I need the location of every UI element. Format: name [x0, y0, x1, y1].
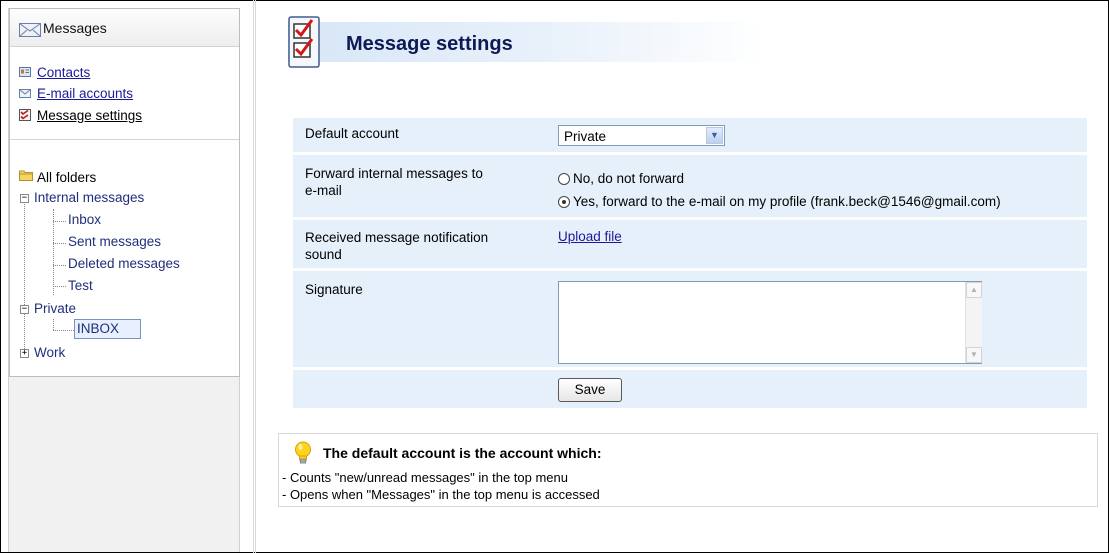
- sound-label-line2: sound: [305, 247, 342, 262]
- panel-divider: [10, 139, 239, 140]
- default-account-value: Private: [564, 129, 607, 144]
- upload-file-link[interactable]: Upload file: [558, 229, 622, 244]
- forward-label-line1: Forward internal messages to: [305, 166, 483, 181]
- page-title: Message settings: [346, 33, 513, 55]
- sound-label: Received message notification sound: [305, 229, 488, 263]
- tree-sent-messages[interactable]: Sent messages: [68, 234, 161, 249]
- tree-all-folders[interactable]: All folders: [37, 170, 96, 185]
- tree-line: [53, 330, 74, 331]
- signature-textarea[interactable]: [558, 281, 982, 364]
- forward-option-yes-label: Yes, forward to the e-mail on my profile…: [573, 194, 1001, 209]
- nav-email-accounts-link[interactable]: E-mail accounts: [37, 86, 133, 101]
- forward-option-no[interactable]: No, do not forward: [558, 171, 684, 186]
- tree-line: [53, 221, 66, 222]
- column-divider: [253, 0, 256, 553]
- folder-icon: [19, 170, 33, 181]
- default-account-label: Default account: [305, 126, 399, 141]
- nav-contacts[interactable]: Contacts: [19, 63, 90, 81]
- expand-icon[interactable]: +: [20, 349, 29, 358]
- info-line: - Counts "new/unread messages" in the to…: [282, 470, 568, 485]
- info-box: The default account is the account which…: [278, 433, 1098, 507]
- collapse-icon[interactable]: −: [20, 305, 29, 314]
- nav-message-settings[interactable]: Message settings: [19, 106, 142, 124]
- row-forward: Forward internal messages to e-mail No, …: [293, 155, 1087, 217]
- left-sidebar: Messages Contacts E-mail accounts Messag…: [8, 8, 240, 552]
- save-button[interactable]: Save: [558, 378, 622, 402]
- row-signature: Signature ▲ ▼: [293, 271, 1087, 367]
- info-line: - Opens when "Messages" in the top menu …: [282, 487, 600, 502]
- tree-line: [53, 319, 54, 330]
- scroll-down-icon[interactable]: ▼: [966, 347, 982, 363]
- forward-option-yes[interactable]: Yes, forward to the e-mail on my profile…: [558, 194, 1001, 209]
- scroll-up-icon[interactable]: ▲: [966, 282, 982, 298]
- signature-label: Signature: [305, 282, 363, 297]
- tree-line: [53, 286, 66, 287]
- checklist-icon: [19, 109, 31, 121]
- textarea-scrollbar[interactable]: ▲ ▼: [965, 282, 982, 363]
- default-account-select[interactable]: Private ▼: [558, 125, 725, 146]
- sound-label-line1: Received message notification: [305, 230, 489, 245]
- panel-header: Messages: [10, 9, 239, 47]
- info-title: The default account is the account which…: [323, 445, 602, 461]
- forward-label: Forward internal messages to e-mail: [305, 165, 483, 199]
- collapse-icon[interactable]: −: [20, 194, 29, 203]
- tree-line: [53, 243, 66, 244]
- nav-message-settings-link[interactable]: Message settings: [37, 108, 142, 123]
- tree-line: [53, 265, 66, 266]
- nav-contacts-link[interactable]: Contacts: [37, 65, 90, 80]
- chevron-down-icon[interactable]: ▼: [706, 127, 723, 144]
- row-save: Save: [293, 370, 1087, 408]
- row-default-account: Default account Private ▼: [293, 118, 1087, 152]
- lightbulb-icon: [295, 441, 311, 464]
- panel-title: Messages: [43, 20, 107, 36]
- nav-email-accounts[interactable]: E-mail accounts: [19, 84, 133, 102]
- tree-inbox[interactable]: Inbox: [68, 212, 101, 227]
- row-notification-sound: Received message notification sound Uplo…: [293, 220, 1087, 268]
- radio-no[interactable]: [558, 172, 570, 185]
- tree-test[interactable]: Test: [68, 278, 93, 293]
- contacts-icon: [19, 67, 31, 77]
- radio-yes[interactable]: [558, 195, 570, 208]
- forward-label-line2: e-mail: [305, 183, 342, 198]
- tree-internal-messages[interactable]: Internal messages: [34, 190, 144, 205]
- tree-private[interactable]: Private: [34, 301, 76, 316]
- tree-work[interactable]: Work: [34, 345, 65, 360]
- scrollbar-track[interactable]: ▲ ▼: [965, 282, 982, 363]
- checklist-icon: [288, 16, 320, 68]
- forward-option-no-label: No, do not forward: [573, 171, 685, 186]
- tree-deleted-messages[interactable]: Deleted messages: [68, 256, 180, 271]
- tree-private-inbox[interactable]: INBOX: [77, 321, 119, 336]
- envelope-icon: [19, 89, 31, 98]
- tree-line: [24, 199, 25, 351]
- envelope-icon: [19, 23, 41, 37]
- messages-panel: Messages Contacts E-mail accounts Messag…: [9, 8, 240, 377]
